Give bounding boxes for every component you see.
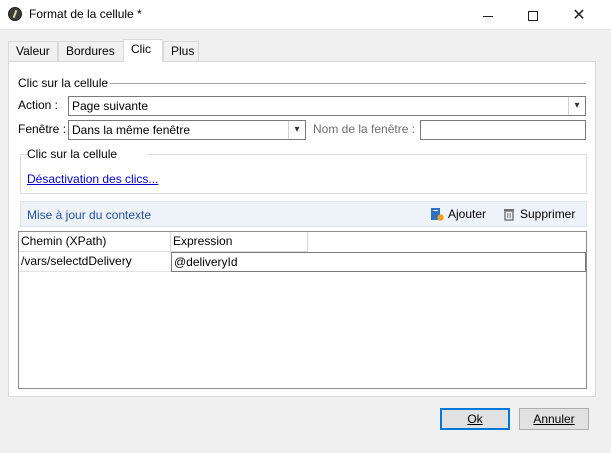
- delete-button-label: Supprimer: [520, 207, 576, 221]
- ok-button[interactable]: Ok: [440, 408, 510, 430]
- click-group-heading: Clic sur la cellule: [18, 76, 111, 90]
- trash-icon: [504, 209, 514, 221]
- window-select-value: Dans la même fenêtre: [72, 123, 191, 137]
- window-name-input[interactable]: [420, 120, 586, 140]
- context-title: Mise à jour du contexte: [27, 208, 152, 222]
- chevron-down-icon[interactable]: ▾: [568, 97, 585, 115]
- window-title: Format de la cellule *: [29, 7, 142, 21]
- chevron-down-icon[interactable]: ▾: [288, 121, 305, 139]
- group-divider: [99, 83, 586, 84]
- close-button[interactable]: ✕: [556, 0, 602, 30]
- action-select[interactable]: Page suivante ▾: [68, 96, 586, 116]
- minimize-button[interactable]: [465, 0, 511, 30]
- window-label: Fenêtre :: [18, 122, 67, 136]
- ok-button-label: Ok: [467, 412, 483, 426]
- action-select-value: Page suivante: [72, 99, 149, 113]
- column-header-expression[interactable]: Expression: [171, 232, 308, 252]
- window-name-label: Nom de la fenêtre :: [313, 122, 416, 136]
- disable-clicks-link[interactable]: Désactivation des clics...: [27, 172, 158, 186]
- add-button-label: Ajouter: [448, 207, 487, 221]
- context-table[interactable]: Chemin (XPath) Expression /vars/selectdD…: [18, 231, 587, 389]
- column-header-path[interactable]: Chemin (XPath): [19, 232, 171, 252]
- inner-group-heading: Clic sur la cellule: [27, 147, 120, 161]
- title-bar: Format de la cellule * ✕: [0, 0, 611, 30]
- cancel-button[interactable]: Annuler: [519, 408, 589, 430]
- maximize-button[interactable]: [510, 0, 556, 30]
- add-icon: [431, 208, 444, 221]
- window-select[interactable]: Dans la même fenêtre ▾: [68, 120, 306, 140]
- close-icon: ✕: [572, 7, 586, 24]
- add-button[interactable]: Ajouter: [430, 207, 486, 221]
- action-label: Action :: [18, 98, 59, 112]
- context-toolbar: Mise à jour du contexte Ajouter Supprime…: [20, 201, 587, 227]
- cancel-button-label: Annuler: [533, 412, 575, 426]
- maximize-icon: [528, 11, 538, 22]
- table-cell-path[interactable]: /vars/selectdDelivery: [19, 252, 171, 272]
- app-icon: [8, 7, 22, 21]
- minimize-icon: [483, 15, 493, 17]
- tab-panel-clic: Clic sur la cellule Action : Page suivan…: [8, 61, 596, 397]
- tab-valeur[interactable]: Valeur: [8, 41, 58, 61]
- group-divider: [147, 154, 587, 155]
- tab-plus[interactable]: Plus: [163, 41, 199, 61]
- tab-bordures[interactable]: Bordures: [58, 41, 124, 61]
- tab-clic[interactable]: Clic: [123, 39, 163, 62]
- delete-button[interactable]: Supprimer: [502, 207, 575, 221]
- table-cell-expression-input[interactable]: @deliveryId: [171, 252, 586, 272]
